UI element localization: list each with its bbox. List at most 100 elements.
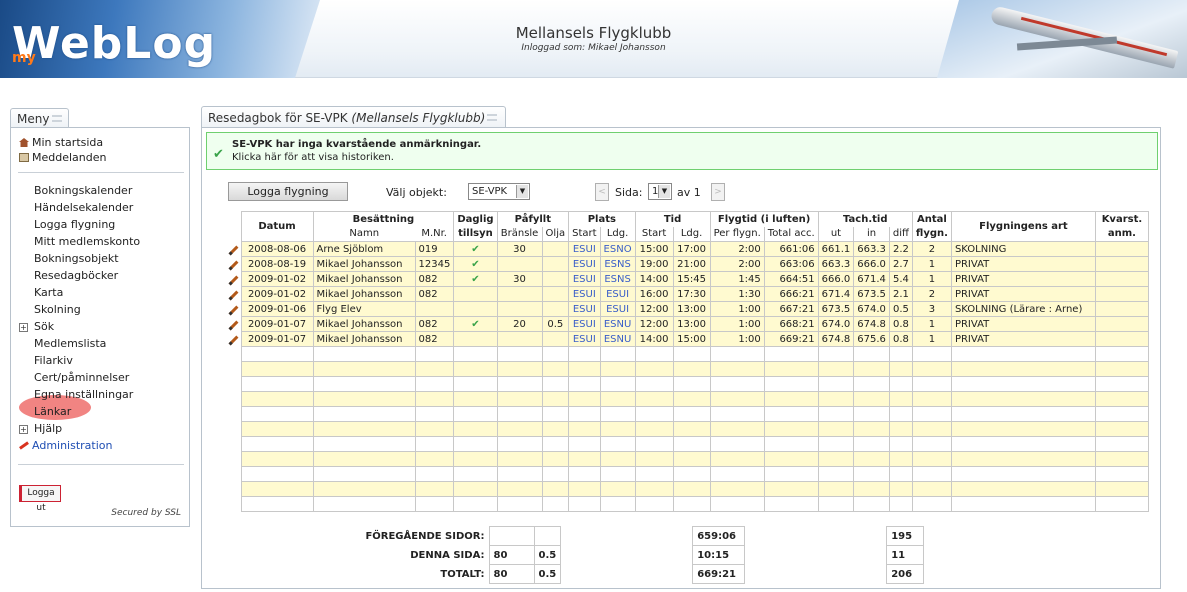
col-olja: Olja	[541, 226, 570, 242]
edit-pencil-icon[interactable]	[226, 286, 241, 302]
cell-ldg-plats[interactable]: ESNS	[599, 256, 636, 272]
empty-cell	[709, 451, 765, 467]
empty-cell	[1094, 391, 1149, 407]
cell-start-plats[interactable]: ESUI	[568, 256, 601, 272]
cell-art: SKOLNING	[950, 241, 1096, 257]
empty-cell	[414, 466, 455, 482]
table-row[interactable]: 2009-01-02 Mikael Johansson 082 ESUI ESUI 16:…	[226, 286, 1149, 302]
cell-start-plats[interactable]: ESUI	[568, 271, 601, 287]
empty-cell	[414, 406, 455, 422]
edit-pencil-icon[interactable]	[226, 301, 241, 317]
cell-ldg-plats[interactable]: ESNU	[599, 316, 636, 332]
menu-item-bokningsobjekt[interactable]: Bokningsobjekt	[34, 252, 119, 265]
prev-page-button[interactable]: <	[595, 183, 609, 201]
menu-item-administration[interactable]: Administration	[19, 439, 113, 452]
history-link[interactable]: Klicka här för att visa historiken.	[232, 152, 394, 163]
cell-namn: Flyg Elev	[312, 301, 416, 317]
main-tab: Resedagbok för SE-VPK (Mellansels Flygkl…	[201, 106, 506, 128]
empty-cell	[240, 496, 314, 512]
empty-cell	[568, 361, 601, 377]
empty-cell	[911, 376, 952, 392]
table-row[interactable]: 2009-01-02 Mikael Johansson 082 ✔ 30 ESUI ESNS…	[226, 271, 1149, 287]
empty-cell	[817, 436, 855, 452]
empty-cell	[853, 451, 890, 467]
cell-ldg-plats[interactable]: ESNO	[599, 241, 636, 257]
edit-pencil-icon[interactable]	[226, 316, 241, 332]
object-select[interactable]: SE-VPK ▼	[468, 183, 530, 200]
menu-item-cert[interactable]: Cert/påminnelser	[34, 371, 129, 384]
menu-item-resedagbocker[interactable]: Resedagböcker	[34, 269, 118, 282]
empty-cell	[672, 451, 711, 467]
cell-start-tid: 12:00	[634, 316, 674, 332]
edit-pencil-icon[interactable]	[226, 241, 241, 257]
menu-item-meddelanden[interactable]: Meddelanden	[19, 151, 106, 164]
page-select[interactable]: 1 ▼	[648, 183, 672, 200]
empty-cell	[599, 421, 636, 437]
cell-start-plats[interactable]: ESUI	[568, 241, 601, 257]
table-row[interactable]: 2008-08-19 Mikael Johansson 12345 ✔ ESUI ESNS…	[226, 256, 1149, 272]
menu-item-bokningskalender[interactable]: Bokningskalender	[34, 184, 132, 197]
cell-ldg-plats[interactable]: ESUI	[599, 286, 636, 302]
cell-ldg-plats[interactable]: ESUI	[599, 301, 636, 317]
menu-item-installningar[interactable]: Egna inställningar	[34, 388, 133, 401]
menu-item-logga-flygning[interactable]: Logga flygning	[34, 218, 115, 231]
edit-pencil-icon[interactable]	[226, 271, 241, 287]
empty-cell	[453, 436, 498, 452]
menu-item-sok[interactable]: Sök	[34, 320, 54, 333]
logout-button[interactable]: Logga ut	[19, 485, 61, 513]
cell-antal: 2	[911, 286, 952, 302]
sidebar-menu: Min startsida Meddelanden Bokningskalend…	[10, 127, 190, 527]
empty-cell	[1094, 361, 1149, 377]
cell-tillsyn	[453, 286, 498, 302]
empty-cell	[312, 406, 416, 422]
admin-hammer-icon	[19, 441, 29, 450]
menu-item-medlemslista[interactable]: Medlemslista	[34, 337, 106, 350]
cell-ldg-tid: 17:30	[672, 286, 711, 302]
cell-tillsyn	[453, 301, 498, 317]
chevron-down-icon: ▼	[516, 185, 528, 198]
menu-item-karta[interactable]: Karta	[34, 286, 63, 299]
menu-item-handelsekalender[interactable]: Händelsekalender	[34, 201, 133, 214]
log-flight-button[interactable]: Logga flygning	[228, 182, 348, 201]
col-mnr: M.Nr.	[415, 226, 455, 242]
cell-ldg-plats[interactable]: ESNU	[599, 331, 636, 347]
empty-cell	[240, 406, 314, 422]
menu-item-hjalp[interactable]: Hjälp	[34, 422, 62, 435]
table-row[interactable]: 2008-08-06 Arne Sjöblom 019 ✔ 30 ESUI ESNO 15:0…	[226, 241, 1149, 257]
cell-start-tid: 16:00	[634, 286, 674, 302]
menu-item-lankar[interactable]: Länkar	[34, 405, 71, 418]
menu-item-skolning[interactable]: Skolning	[34, 303, 81, 316]
cell-start-tid: 12:00	[634, 301, 674, 317]
cell-ldg-tid: 21:00	[672, 256, 711, 272]
empty-row	[226, 481, 1149, 497]
cell-start-plats[interactable]: ESUI	[568, 331, 601, 347]
menu-item-min-startsida[interactable]: Min startsida	[19, 136, 103, 149]
empty-cell	[763, 436, 819, 452]
table-row[interactable]: 2009-01-07 Mikael Johansson 082 ESUI ESNU 14:…	[226, 331, 1149, 347]
table-row[interactable]: 2009-01-06 Flyg Elev ESUI ESUI 12:00 13:00 1:0…	[226, 301, 1149, 317]
empty-cell	[634, 421, 674, 437]
cell-ut: 674.8	[817, 331, 855, 347]
expand-sok-icon[interactable]: +	[19, 323, 28, 332]
cell-ut: 674.0	[817, 316, 855, 332]
empty-cell	[888, 451, 913, 467]
edit-pencil-icon[interactable]	[226, 331, 241, 347]
cell-start-plats[interactable]: ESUI	[568, 286, 601, 302]
table-row[interactable]: 2009-01-07 Mikael Johansson 082 ✔ 20 0.5 ESUI E…	[226, 316, 1149, 332]
empty-cell	[312, 391, 416, 407]
cell-kvarst	[1094, 331, 1149, 347]
empty-cell	[541, 496, 570, 512]
menu-item-filarkiv[interactable]: Filarkiv	[34, 354, 73, 367]
cell-datum: 2009-01-02	[240, 286, 314, 302]
empty-cell	[950, 406, 1096, 422]
expand-hjalp-icon[interactable]: +	[19, 425, 28, 434]
cell-ldg-plats[interactable]: ESNS	[599, 271, 636, 287]
cell-start-plats[interactable]: ESUI	[568, 316, 601, 332]
menu-item-medlemskonto[interactable]: Mitt medlemskonto	[34, 235, 140, 248]
menu-label: Min startsida	[32, 136, 104, 149]
next-page-button[interactable]: >	[711, 183, 725, 201]
remarks-notice[interactable]: ✔ SE-VPK har inga kvarstående anmärkning…	[206, 132, 1158, 170]
edit-pencil-icon[interactable]	[226, 256, 241, 272]
chevron-down-icon: ▼	[658, 185, 670, 198]
cell-start-plats[interactable]: ESUI	[568, 301, 601, 317]
